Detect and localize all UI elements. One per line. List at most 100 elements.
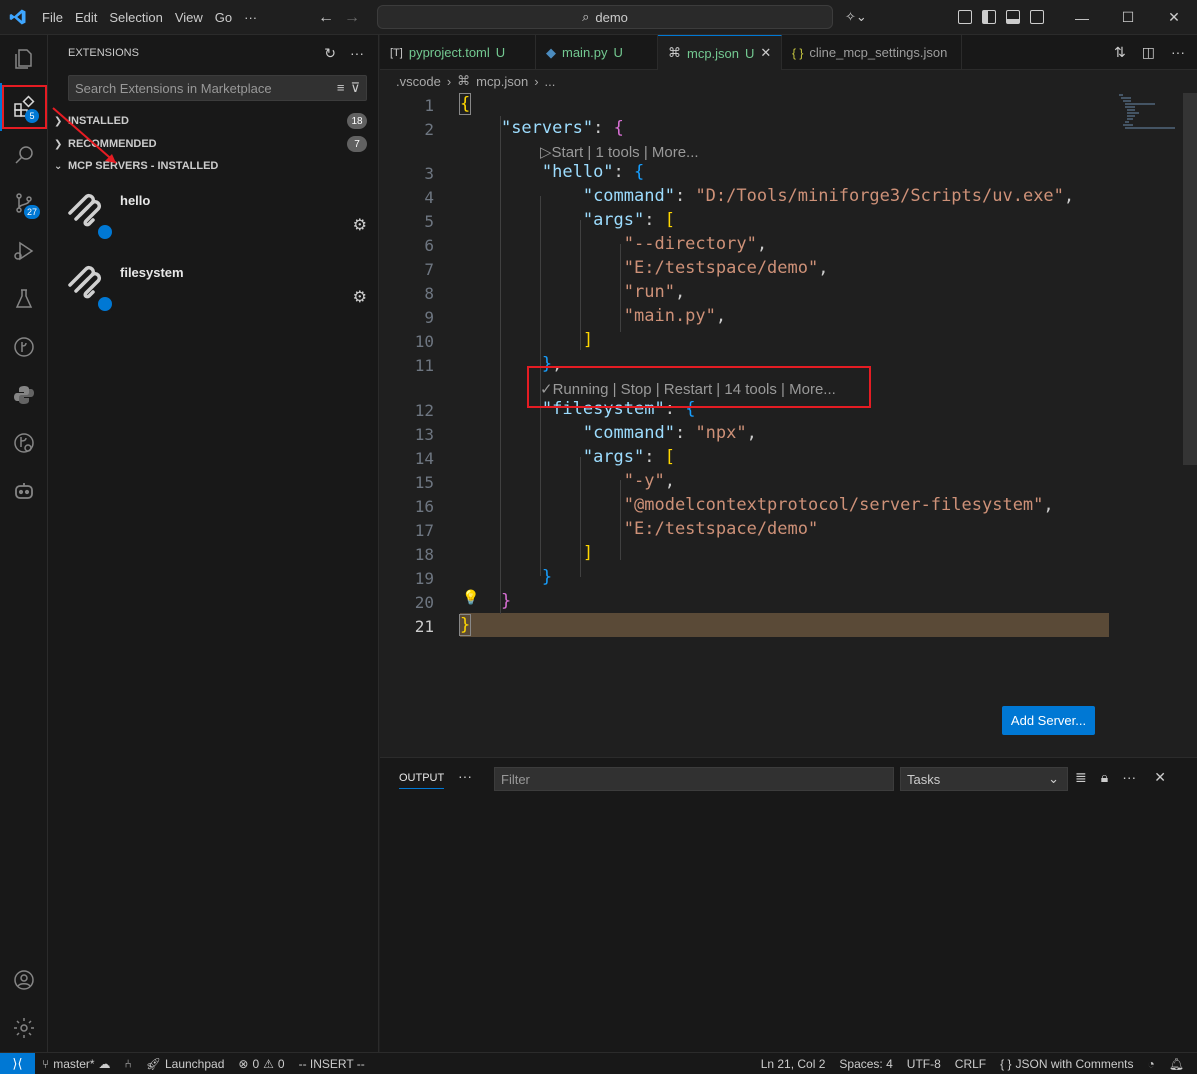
line-number: 15 bbox=[414, 473, 434, 492]
command-center[interactable]: ⌕ demo bbox=[377, 5, 833, 29]
json-key: "command" bbox=[582, 186, 675, 206]
output-channel-value: Tasks bbox=[907, 771, 941, 787]
json-key: "servers" bbox=[500, 118, 594, 138]
run-debug-icon[interactable] bbox=[0, 227, 48, 275]
testing-icon[interactable] bbox=[0, 275, 48, 323]
mcp-server-hello[interactable]: hello ⚙ bbox=[48, 185, 379, 257]
tab-pyproject[interactable]: [T] pyproject.toml U bbox=[380, 35, 536, 70]
toggle-panel-icon[interactable] bbox=[1006, 10, 1020, 24]
tab-label: main.py bbox=[562, 45, 608, 60]
output-filter-input[interactable] bbox=[501, 771, 881, 787]
copilot-chat-icon[interactable] bbox=[0, 467, 48, 515]
code-line: ] bbox=[582, 543, 594, 563]
customize-layout-icon[interactable] bbox=[958, 10, 972, 24]
line-ending[interactable]: CRLF bbox=[948, 1057, 993, 1071]
toggle-secondary-sidebar-icon[interactable] bbox=[1030, 10, 1044, 24]
back-arrow-icon[interactable]: ← bbox=[318, 9, 334, 27]
add-server-button[interactable]: Add Server... bbox=[1002, 706, 1095, 735]
more-actions-icon[interactable]: ··· bbox=[1171, 44, 1185, 61]
codelens-hello-text[interactable]: Start | 1 tools | More... bbox=[552, 144, 699, 161]
mcp-server-filesystem[interactable]: filesystem ⚙ bbox=[48, 257, 379, 329]
remote-indicator-icon[interactable]: ⟩⟨ bbox=[0, 1052, 35, 1074]
toggle-sidebar-icon[interactable] bbox=[982, 10, 996, 24]
navigation-arrows: ← → bbox=[318, 0, 360, 35]
explorer-icon[interactable] bbox=[0, 35, 48, 83]
manage-gear-icon[interactable]: ⚙ bbox=[353, 287, 367, 307]
line-number: 2 bbox=[424, 120, 434, 139]
launchpad-status[interactable]: 🚀︎ Launchpad bbox=[139, 1057, 232, 1071]
minimize-icon[interactable]: — bbox=[1059, 0, 1105, 35]
compare-icon[interactable]: ⇅ bbox=[1114, 44, 1126, 61]
lock-icon[interactable]: 🔒︎ bbox=[1101, 769, 1108, 786]
menu-more[interactable]: ··· bbox=[238, 0, 263, 35]
cursor-position[interactable]: Ln 21, Col 2 bbox=[754, 1057, 833, 1071]
git-graph-icon[interactable] bbox=[0, 323, 48, 371]
more-actions-icon[interactable]: ··· bbox=[1122, 769, 1136, 786]
filter-icon[interactable]: ⊽ bbox=[350, 80, 360, 96]
search-icon: ⌕ bbox=[582, 9, 590, 24]
tab-label: cline_mcp_settings.json bbox=[809, 45, 948, 60]
annotation-box-codelens bbox=[527, 366, 871, 408]
json-key: "hello" bbox=[541, 162, 614, 182]
menu-file[interactable]: File bbox=[36, 0, 69, 35]
accounts-icon[interactable] bbox=[0, 956, 48, 1004]
breadcrumb-file[interactable]: mcp.json bbox=[476, 74, 528, 89]
extensions-search-input[interactable] bbox=[75, 80, 315, 96]
untracked-badge: U bbox=[495, 45, 506, 60]
tab-mcp-json[interactable]: ⌘ mcp.json U ✕ bbox=[658, 35, 782, 70]
code-line: { bbox=[458, 93, 472, 115]
lightbulb-icon[interactable]: 💡 bbox=[462, 590, 479, 606]
manage-gear-icon[interactable]: ⚙ bbox=[353, 215, 367, 235]
close-window-icon[interactable]: ✕ bbox=[1151, 0, 1197, 35]
more-actions-icon[interactable]: ··· bbox=[350, 45, 364, 62]
copilot-status-icon[interactable]: ◔ bbox=[1141, 1057, 1162, 1071]
notifications-bell-icon[interactable]: 🔔︎ bbox=[1162, 1057, 1191, 1071]
menu-edit[interactable]: Edit bbox=[69, 0, 103, 35]
breadcrumb-more[interactable]: ... bbox=[545, 74, 556, 89]
tab-label: pyproject.toml bbox=[408, 45, 490, 60]
source-control-icon[interactable]: 27 bbox=[0, 179, 48, 227]
json-file-icon: { } bbox=[792, 45, 804, 60]
maximize-icon[interactable]: ☐ bbox=[1105, 0, 1151, 35]
line-number: 20 bbox=[414, 593, 434, 612]
close-tab-icon[interactable]: ✕ bbox=[760, 45, 771, 61]
encoding[interactable]: UTF-8 bbox=[900, 1057, 948, 1071]
minimap[interactable] bbox=[1117, 92, 1181, 136]
problems-status[interactable]: ⊗ 0 ⚠ 0 bbox=[231, 1057, 291, 1071]
breadcrumb: .vscode › ⌘ mcp.json › ... bbox=[380, 70, 555, 92]
menu-go[interactable]: Go bbox=[209, 0, 238, 35]
breadcrumb-folder[interactable]: .vscode bbox=[396, 74, 441, 89]
menu-selection[interactable]: Selection bbox=[103, 0, 168, 35]
settings-gear-icon[interactable] bbox=[0, 1004, 48, 1052]
codelens-hello[interactable]: ▷Start | 1 tools | More... bbox=[540, 143, 699, 161]
tab-cline-settings[interactable]: { } cline_mcp_settings.json bbox=[782, 35, 962, 70]
tab-output[interactable]: OUTPUT bbox=[399, 772, 445, 789]
status-bar: ⟩⟨ ⑂ master* ☁ ⑃ 🚀︎ Launchpad ⊗ 0 ⚠ 0 --… bbox=[0, 1052, 1197, 1074]
output-channel-select[interactable]: Tasks ⌄ bbox=[900, 767, 1068, 791]
more-actions-icon[interactable]: ··· bbox=[458, 768, 472, 784]
clear-filter-icon[interactable]: ≡ bbox=[337, 80, 345, 96]
language-mode[interactable]: { } JSON with Comments bbox=[993, 1057, 1140, 1071]
close-panel-icon[interactable]: ✕ bbox=[1154, 769, 1166, 786]
python-icon[interactable] bbox=[0, 371, 48, 419]
source-control-badge: 27 bbox=[24, 205, 41, 219]
sidebar-actions: ↻ ··· bbox=[324, 45, 364, 62]
tab-main-py[interactable]: ◆ main.py U bbox=[536, 35, 658, 70]
split-editor-icon[interactable]: ◫ bbox=[1142, 44, 1155, 61]
search-view-icon[interactable] bbox=[0, 131, 48, 179]
editor-scrollbar[interactable] bbox=[1183, 93, 1197, 465]
forward-arrow-icon[interactable]: → bbox=[344, 9, 360, 27]
remote-explorer-icon[interactable] bbox=[0, 419, 48, 467]
branch-status[interactable]: ⑂ master* ☁ bbox=[35, 1057, 118, 1071]
json-value: "--directory" bbox=[623, 234, 757, 254]
clear-output-icon[interactable]: ≣ bbox=[1075, 769, 1087, 786]
code-line: ] bbox=[582, 330, 594, 350]
indentation[interactable]: Spaces: 4 bbox=[832, 1057, 899, 1071]
chevron-right-icon: › bbox=[534, 73, 539, 89]
refresh-icon[interactable]: ↻ bbox=[324, 45, 336, 62]
command-center-label: demo bbox=[595, 9, 628, 25]
code-editor[interactable]: 1 2 3 4 5 6 7 8 9 10 11 12 13 14 15 16 1… bbox=[380, 92, 1197, 757]
git-graph-status-icon[interactable]: ⑃ bbox=[118, 1057, 139, 1071]
menu-view[interactable]: View bbox=[169, 0, 209, 35]
copilot-icon[interactable]: ✧⌄ bbox=[845, 9, 867, 25]
